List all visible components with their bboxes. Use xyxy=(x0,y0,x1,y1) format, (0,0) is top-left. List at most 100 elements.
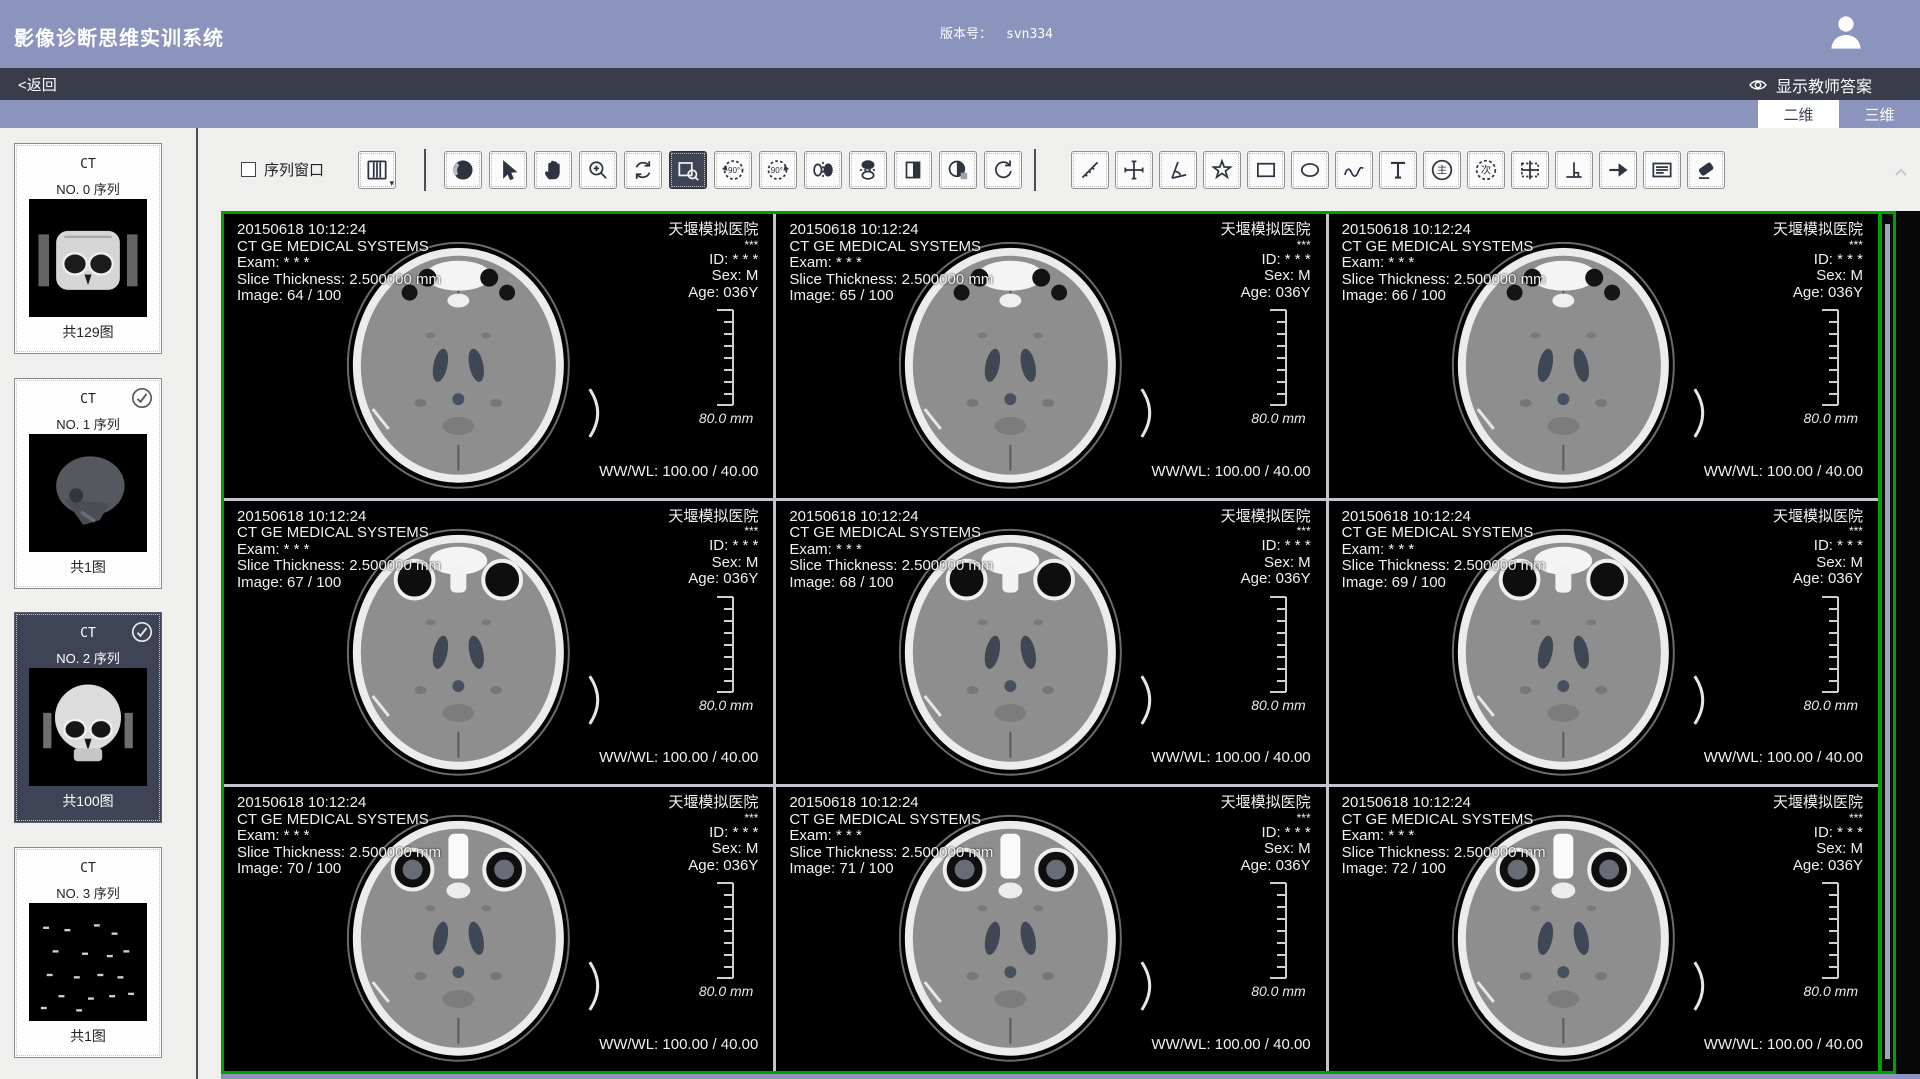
viewport-cell-5[interactable]: 20150618 10:12:24 CT GE MEDICAL SYSTEMS … xyxy=(1329,501,1878,785)
polygon-roi-button[interactable] xyxy=(1203,151,1241,189)
arrow-annotation-button[interactable] xyxy=(1599,151,1637,189)
tab-3d[interactable]: 三维 xyxy=(1839,100,1920,128)
series-card-3[interactable]: CT NO. 3 序列 共1图 xyxy=(14,847,162,1058)
reset-arrow-icon xyxy=(996,160,1011,177)
eraser-button[interactable] xyxy=(1687,151,1725,189)
zoom-button[interactable] xyxy=(579,151,617,189)
version-label: 版本号： xyxy=(940,26,992,41)
flip-horizontal-button[interactable] xyxy=(804,151,842,189)
series-modality: CT xyxy=(15,157,161,172)
measure-cross-button[interactable] xyxy=(1115,151,1153,189)
cell-datetime: 20150618 10:12:24 xyxy=(1342,222,1546,239)
cell-overlay-left: 20150618 10:12:24 CT GE MEDICAL SYSTEMS … xyxy=(237,222,441,305)
measure-line-button[interactable] xyxy=(1071,151,1109,189)
ruler-line-icon xyxy=(1082,162,1097,177)
series-thumbnail xyxy=(29,199,147,317)
series-card-2[interactable]: CT NO. 2 序列 共100图 xyxy=(14,612,162,823)
top-bar: 影像诊断思维实训系统 版本号：svn334 xyxy=(0,0,1920,68)
cell-overlay-left: 20150618 10:12:24 CT GE MEDICAL SYSTEMS … xyxy=(237,795,441,878)
pan-button[interactable] xyxy=(534,151,572,189)
viewer-scrollbar[interactable] xyxy=(1878,211,1896,1074)
text-annotation-button[interactable] xyxy=(1379,151,1417,189)
viewport-cell-4[interactable]: 20150618 10:12:24 CT GE MEDICAL SYSTEMS … xyxy=(776,501,1325,785)
checkbox-icon[interactable] xyxy=(241,162,256,177)
tab-2d[interactable]: 二维 xyxy=(1758,100,1839,128)
viewport-cell-6[interactable]: 20150618 10:12:24 CT GE MEDICAL SYSTEMS … xyxy=(224,787,773,1071)
cell-stars: *** xyxy=(668,812,758,825)
viewport-cell-2[interactable]: 20150618 10:12:24 CT GE MEDICAL SYSTEMS … xyxy=(1329,214,1878,498)
scrollbar-thumb[interactable] xyxy=(1885,224,1890,1059)
viewport-cell-8[interactable]: 20150618 10:12:24 CT GE MEDICAL SYSTEMS … xyxy=(1329,787,1878,1071)
back-button[interactable]: <返回 xyxy=(18,74,57,95)
measure-angle-button[interactable] xyxy=(1159,151,1197,189)
viewport-cell-1[interactable]: 20150618 10:12:24 CT GE MEDICAL SYSTEMS … xyxy=(776,214,1325,498)
series-image-count: 共100图 xyxy=(15,791,161,811)
rectangle-icon xyxy=(1258,163,1274,176)
series-layout-button[interactable]: ▾ xyxy=(358,151,396,189)
cell-overlay-right: 天堰模拟医院 *** ID: * * * Sex: M Age: 036Y xyxy=(1773,222,1863,301)
freehand-roi-button[interactable] xyxy=(1335,151,1373,189)
rect-roi-button[interactable] xyxy=(1247,151,1285,189)
cell-device: CT GE MEDICAL SYSTEMS xyxy=(1342,812,1546,829)
cell-patient-id: ID: * * * xyxy=(668,538,758,555)
cell-patient-id: ID: * * * xyxy=(668,252,758,269)
cell-datetime: 20150618 10:12:24 xyxy=(237,795,441,812)
cell-datetime: 20150618 10:12:24 xyxy=(789,795,993,812)
rotate-right-90-button[interactable]: 90° xyxy=(759,151,797,189)
primary-mark-button[interactable]: 主 xyxy=(1423,151,1461,189)
cell-overlay-left: 20150618 10:12:24 CT GE MEDICAL SYSTEMS … xyxy=(1342,222,1546,305)
series-image-count: 共1图 xyxy=(15,557,161,577)
cell-device: CT GE MEDICAL SYSTEMS xyxy=(789,812,993,829)
cell-hospital: 天堰模拟医院 xyxy=(668,222,758,239)
ellipse-roi-button[interactable] xyxy=(1291,151,1329,189)
cell-slice-thickness: Slice Thickness: 2.500000 mm xyxy=(237,272,441,289)
cell-device: CT GE MEDICAL SYSTEMS xyxy=(789,525,993,542)
flip-vertical-button[interactable] xyxy=(849,151,887,189)
cell-overlay-right: 天堰模拟医院 *** ID: * * * Sex: M Age: 036Y xyxy=(1221,795,1311,874)
select-button[interactable] xyxy=(489,151,527,189)
note-annotation-button[interactable] xyxy=(1643,151,1681,189)
viewport-cell-7[interactable]: 20150618 10:12:24 CT GE MEDICAL SYSTEMS … xyxy=(776,787,1325,1071)
scale-ruler-icon xyxy=(1810,596,1840,693)
cell-image-number: Image: 68 / 100 xyxy=(789,575,993,592)
scale-label: 80.0 mm xyxy=(1251,983,1305,999)
rotate-button[interactable] xyxy=(624,151,662,189)
hand-icon xyxy=(546,161,560,178)
cell-datetime: 20150618 10:12:24 xyxy=(237,222,441,239)
text-T-icon xyxy=(1391,162,1405,177)
magnifier-plus-icon xyxy=(590,162,606,178)
rotate-left-90-button[interactable]: 90° xyxy=(714,151,752,189)
cell-patient-id: ID: * * * xyxy=(1221,825,1311,842)
series-card-0[interactable]: CT NO. 0 序列 共129图 xyxy=(14,143,162,354)
window-level-button[interactable] xyxy=(444,151,482,189)
nav-bar: <返回 显示教师答案 xyxy=(0,68,1920,100)
cell-patient-id: ID: * * * xyxy=(1773,538,1863,555)
series-window-checkbox[interactable]: 序列窗口 xyxy=(241,159,324,180)
series-thumbnail xyxy=(29,668,147,786)
viewport-cell-0[interactable]: 20150618 10:12:24 CT GE MEDICAL SYSTEMS … xyxy=(224,214,773,498)
cell-exam: Exam: * * * xyxy=(1342,255,1546,272)
region-magnifier-icon xyxy=(679,162,698,179)
secondary-mark-button[interactable]: 次 xyxy=(1467,151,1505,189)
invert-sphere-icon xyxy=(950,161,968,179)
cell-exam: Exam: * * * xyxy=(789,255,993,272)
grid-mark-button[interactable] xyxy=(1511,151,1549,189)
reset-button[interactable] xyxy=(984,151,1022,189)
cell-overlay-right: 天堰模拟医院 *** ID: * * * Sex: M Age: 036Y xyxy=(1773,509,1863,588)
collapse-chevron-icon[interactable] xyxy=(1893,165,1909,181)
cell-image-number: Image: 66 / 100 xyxy=(1342,288,1546,305)
invert-button[interactable] xyxy=(894,151,932,189)
cell-overlay-right: 天堰模拟医院 *** ID: * * * Sex: M Age: 036Y xyxy=(668,795,758,874)
region-zoom-button[interactable] xyxy=(669,151,707,189)
cell-sex: Sex: M xyxy=(1773,841,1863,858)
invert-sphere-button[interactable] xyxy=(939,151,977,189)
series-card-1[interactable]: CT NO. 1 序列 共1图 xyxy=(14,378,162,589)
user-avatar-icon[interactable] xyxy=(1826,12,1866,54)
viewport-cell-3[interactable]: 20150618 10:12:24 CT GE MEDICAL SYSTEMS … xyxy=(224,501,773,785)
cell-hospital: 天堰模拟医院 xyxy=(1773,222,1863,239)
perpendicular-mark-button[interactable] xyxy=(1555,151,1593,189)
cell-slice-thickness: Slice Thickness: 2.500000 mm xyxy=(1342,272,1546,289)
angle-icon xyxy=(1172,161,1186,177)
show-teacher-answer-button[interactable]: 显示教师答案 xyxy=(1748,73,1872,97)
cell-overlay-left: 20150618 10:12:24 CT GE MEDICAL SYSTEMS … xyxy=(1342,795,1546,878)
